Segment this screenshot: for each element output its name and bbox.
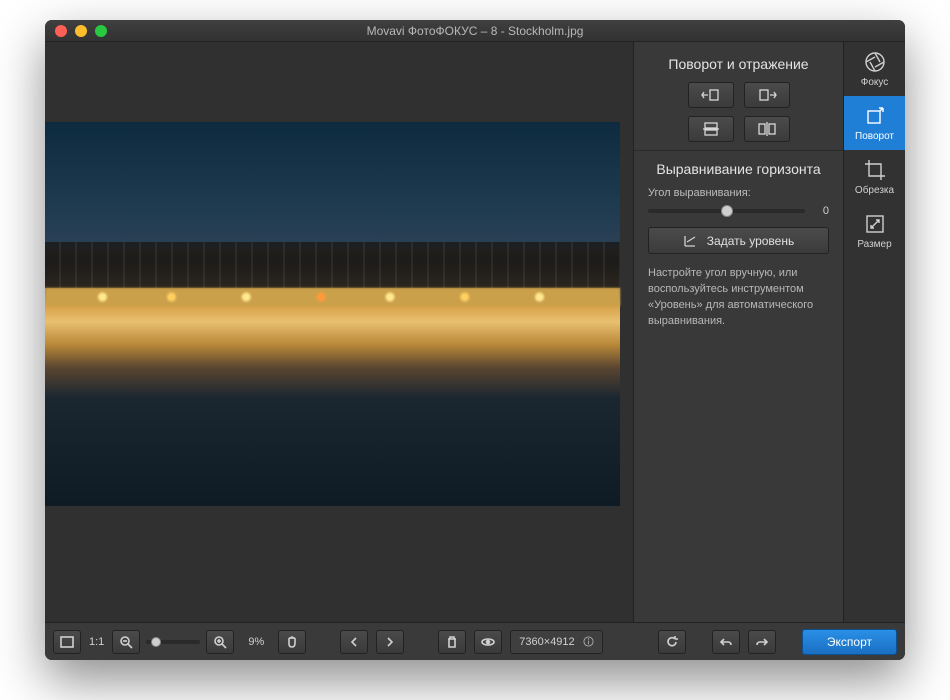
- tool-crop[interactable]: Обрезка: [844, 150, 905, 204]
- tool-crop-label: Обрезка: [855, 185, 894, 196]
- flip-vertical-button[interactable]: [688, 116, 734, 142]
- rotate-left-button[interactable]: [688, 82, 734, 108]
- app-window: Movavi ФотоФОКУС – 8 - Stockholm.jpg Пов…: [45, 20, 905, 660]
- zoom-out-button[interactable]: [112, 630, 140, 654]
- tool-resize[interactable]: Размер: [844, 204, 905, 258]
- zoom-window-button[interactable]: [95, 25, 107, 37]
- tool-focus[interactable]: Фокус: [844, 42, 905, 96]
- tool-rotate-label: Поворот: [855, 131, 894, 142]
- tool-rotate[interactable]: Поворот: [844, 96, 905, 150]
- fit-screen-button[interactable]: [53, 630, 81, 654]
- resize-icon: [863, 212, 887, 236]
- side-panel: Поворот и отражение: [633, 42, 843, 622]
- dimensions-text: 7360×4912: [519, 636, 574, 648]
- info-icon[interactable]: [583, 636, 594, 647]
- reset-button[interactable]: [658, 630, 686, 654]
- tool-focus-label: Фокус: [861, 77, 889, 88]
- panel-heading-horizon: Выравнивание горизонта: [648, 161, 829, 177]
- aperture-icon: [863, 50, 887, 74]
- angle-slider[interactable]: [648, 209, 805, 213]
- prev-image-button[interactable]: [340, 630, 368, 654]
- set-level-button[interactable]: Задать уровень: [648, 227, 829, 254]
- next-image-button[interactable]: [376, 630, 404, 654]
- window-title: Movavi ФотоФОКУС – 8 - Stockholm.jpg: [45, 24, 905, 38]
- delete-button[interactable]: [438, 630, 466, 654]
- dimensions-badge: 7360×4912: [510, 630, 602, 654]
- rotate-icon: [863, 104, 887, 128]
- tool-sidebar: Фокус Поворот Обрезка Размер: [843, 42, 905, 622]
- zoom-percent: 9%: [242, 636, 270, 648]
- compare-button[interactable]: [474, 630, 502, 654]
- zoom-slider[interactable]: [146, 640, 200, 644]
- set-level-label: Задать уровень: [707, 234, 794, 248]
- bottom-bar: 1:1 9% 7360×4912: [45, 622, 905, 660]
- app-body: Поворот и отражение: [45, 42, 905, 622]
- zoom-controls: [112, 630, 234, 654]
- angle-value: 0: [813, 205, 829, 217]
- pan-hand-button[interactable]: [278, 630, 306, 654]
- window-controls: [55, 25, 107, 37]
- undo-button[interactable]: [712, 630, 740, 654]
- angle-label: Угол выравнивания:: [648, 187, 829, 199]
- flip-horizontal-button[interactable]: [744, 116, 790, 142]
- export-label: Экспорт: [827, 635, 872, 649]
- tool-resize-label: Размер: [857, 239, 891, 250]
- close-window-button[interactable]: [55, 25, 67, 37]
- rotate-right-button[interactable]: [744, 82, 790, 108]
- photo-preview: [45, 122, 620, 506]
- zoom-actual-button[interactable]: 1:1: [89, 636, 104, 648]
- crop-icon: [863, 158, 887, 182]
- zoom-in-button[interactable]: [206, 630, 234, 654]
- redo-button[interactable]: [748, 630, 776, 654]
- panel-heading-rotate: Поворот и отражение: [648, 56, 829, 72]
- minimize-window-button[interactable]: [75, 25, 87, 37]
- titlebar: Movavi ФотоФОКУС – 8 - Stockholm.jpg: [45, 20, 905, 42]
- canvas-area[interactable]: [45, 42, 633, 622]
- export-button[interactable]: Экспорт: [802, 629, 897, 655]
- panel-help-text: Настройте угол вручную, или воспользуйте…: [648, 266, 829, 330]
